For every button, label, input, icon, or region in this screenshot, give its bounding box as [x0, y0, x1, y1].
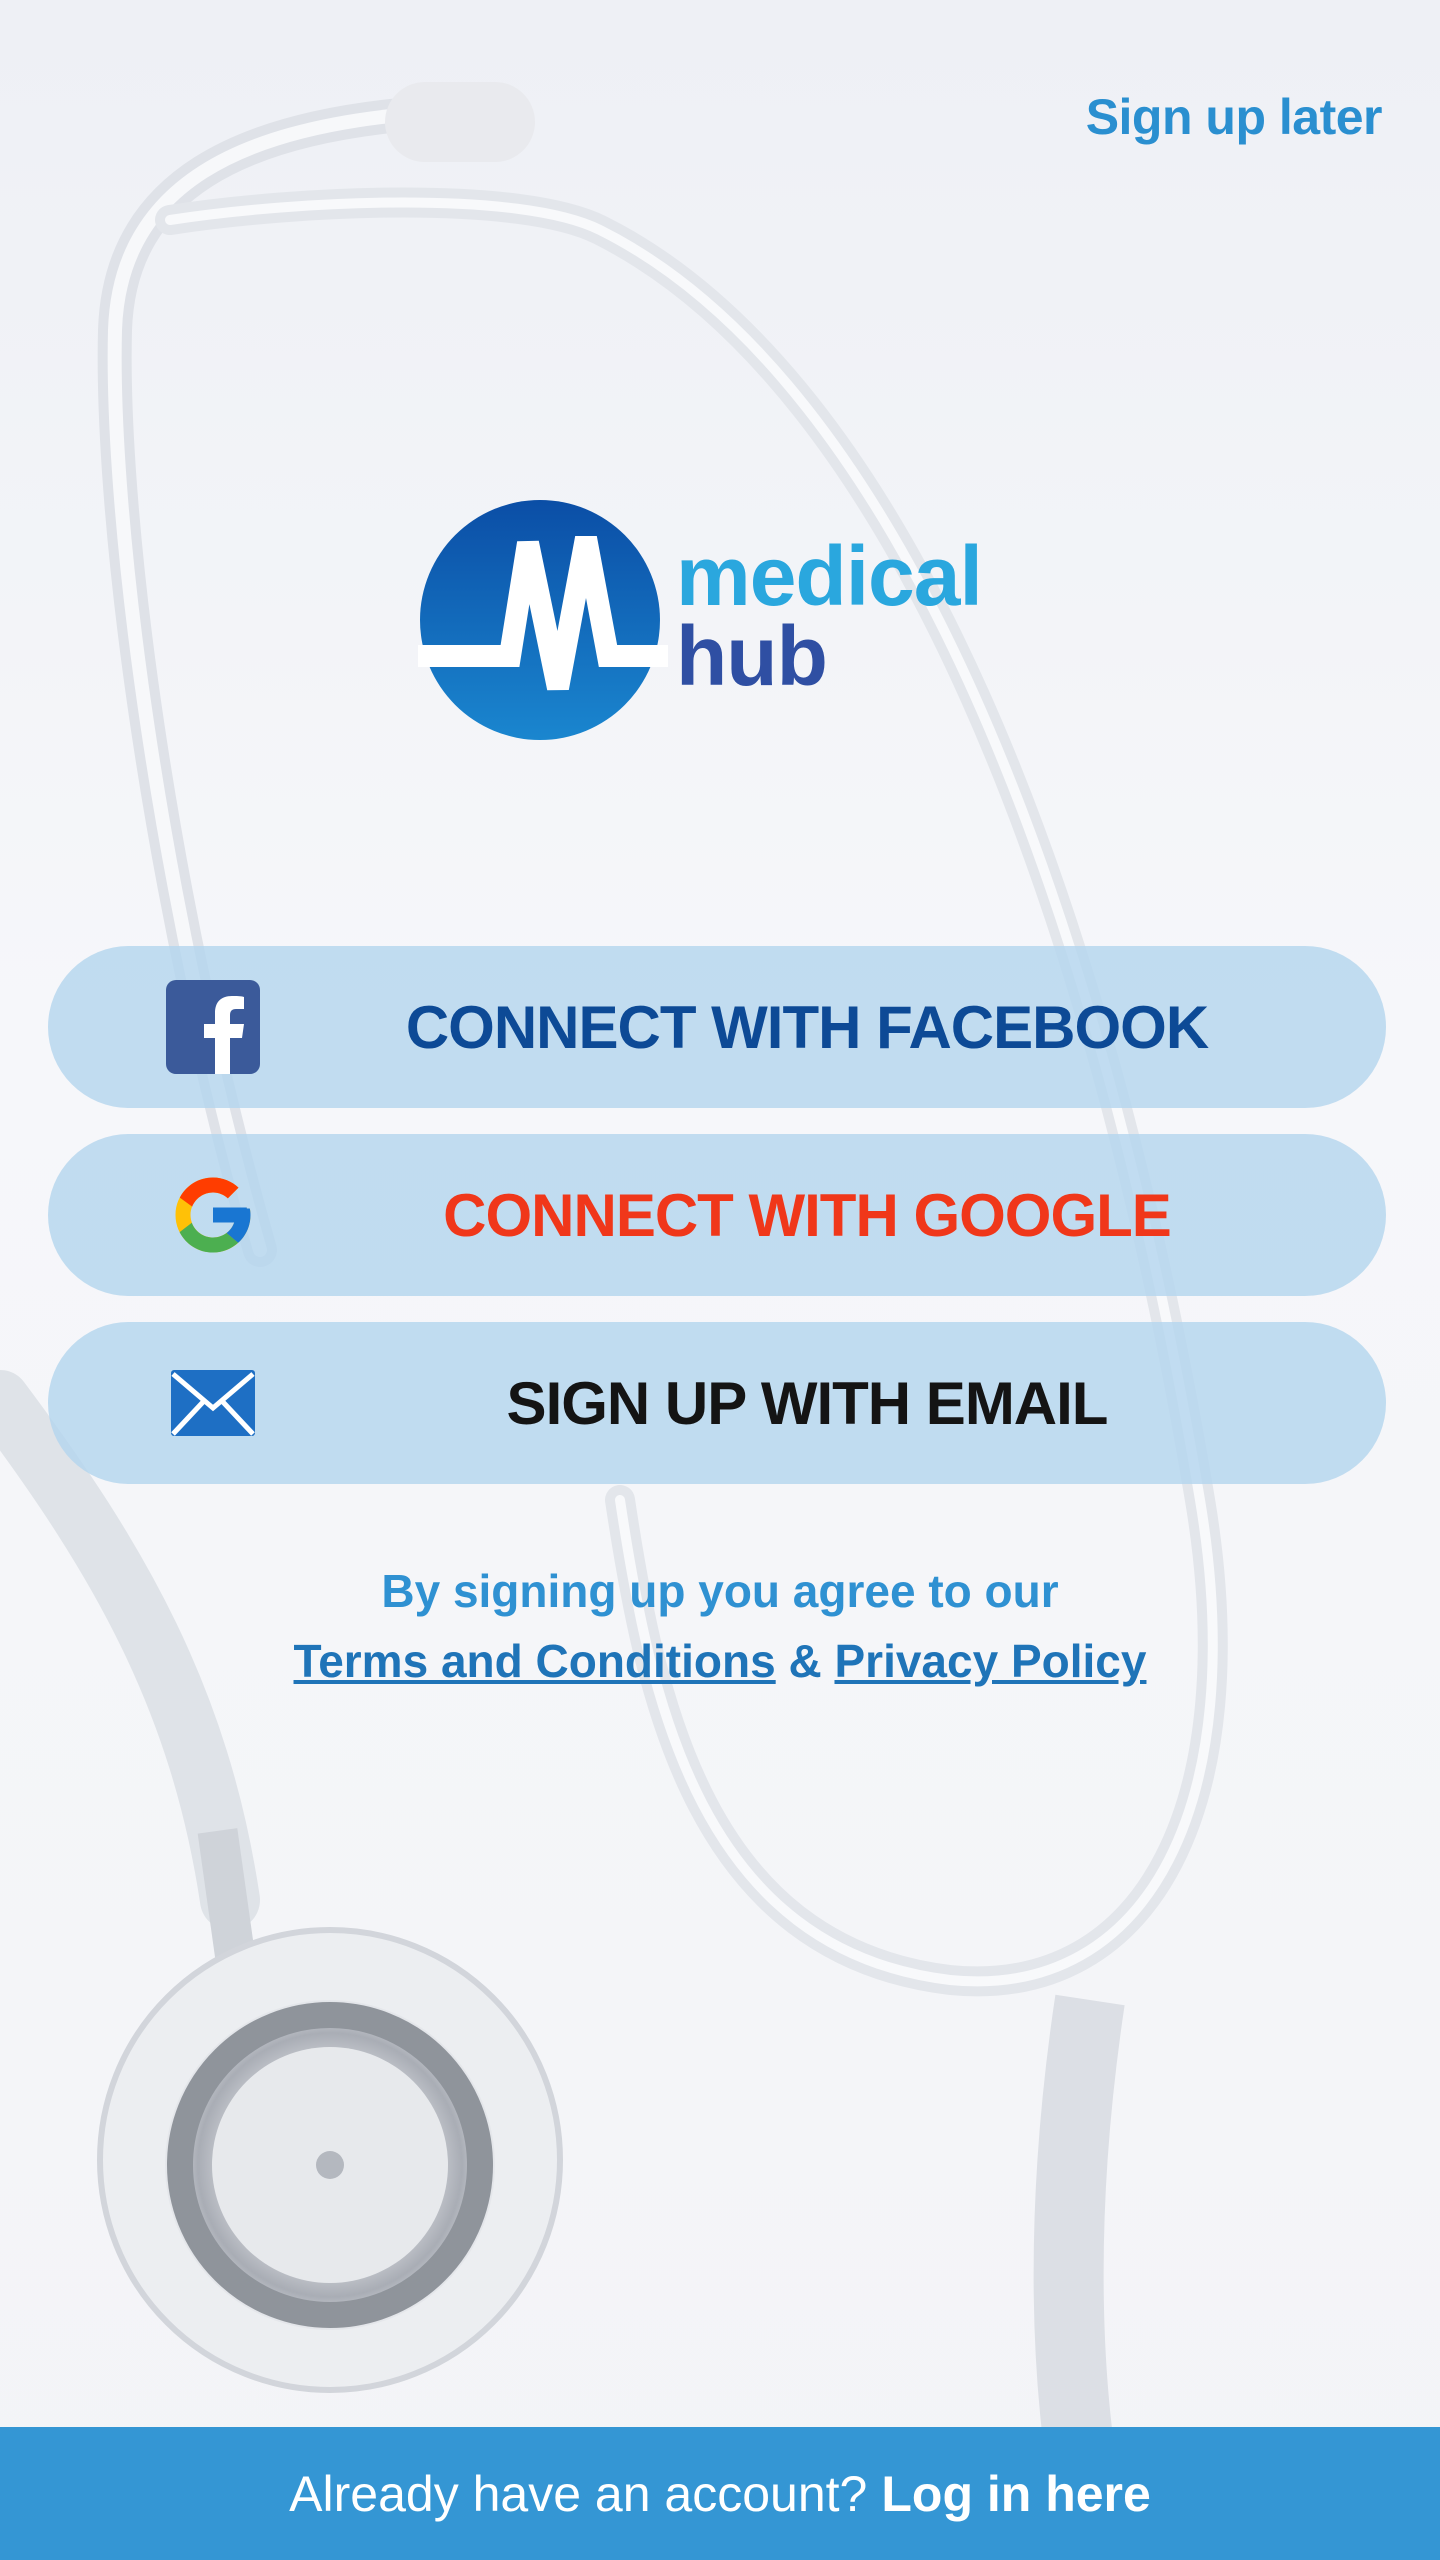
facebook-button-label: CONNECT WITH FACEBOOK: [405, 993, 1209, 1061]
sign-up-email-button[interactable]: SIGN UP WITH EMAIL: [48, 1322, 1386, 1484]
email-button-label: SIGN UP WITH EMAIL: [506, 1369, 1109, 1437]
login-prompt-text: Already have an account?: [289, 2465, 868, 2522]
logo-word-hub: hub: [676, 609, 828, 703]
privacy-policy-link[interactable]: Privacy Policy: [834, 1635, 1146, 1687]
terms-and-conditions-link[interactable]: Terms and Conditions: [294, 1635, 776, 1687]
connect-facebook-button[interactable]: CONNECT WITH FACEBOOK: [48, 946, 1386, 1108]
terms-intro-text: By signing up you agree to our: [381, 1565, 1059, 1617]
mail-icon: [166, 1356, 260, 1450]
log-in-link[interactable]: Log in here: [881, 2465, 1150, 2523]
terms-notice: By signing up you agree to our Terms and…: [0, 1556, 1440, 1696]
sign-up-later-link[interactable]: Sign up later: [1086, 88, 1383, 146]
login-footer-bar: Already have an account? Log in here: [0, 2427, 1440, 2560]
google-button-label: CONNECT WITH GOOGLE: [443, 1181, 1172, 1249]
medical-hub-logo: medical hub: [418, 498, 1038, 748]
terms-ampersand: &: [788, 1635, 822, 1687]
google-icon: [166, 1168, 260, 1262]
pulse-circle-icon: [418, 500, 668, 740]
connect-google-button[interactable]: CONNECT WITH GOOGLE: [48, 1134, 1386, 1296]
facebook-icon: [166, 980, 260, 1074]
